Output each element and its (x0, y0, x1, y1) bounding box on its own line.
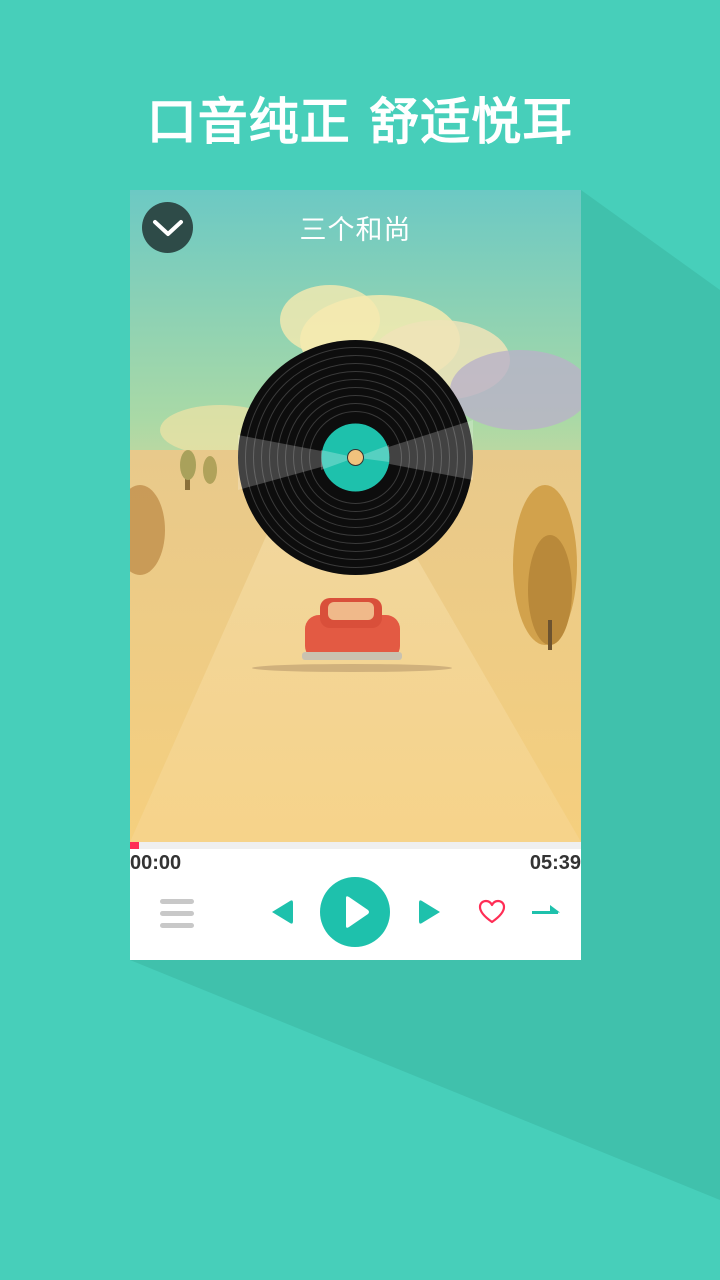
play-icon (346, 896, 369, 928)
like-button[interactable] (477, 898, 507, 926)
play-mode-button[interactable] (530, 902, 562, 922)
menu-list-icon (160, 899, 194, 928)
headline: 口音纯正 舒适悦耳 (146, 93, 574, 151)
heart-icon (478, 899, 506, 924)
progress-fill (130, 842, 140, 849)
previous-button[interactable] (268, 898, 298, 926)
next-button[interactable] (414, 898, 444, 926)
player-card: 三个和尚 00:00 05:39 (130, 190, 581, 960)
song-title: 三个和尚 (299, 215, 412, 246)
play-button[interactable] (320, 877, 390, 947)
previous-icon (272, 900, 293, 924)
current-time: 00:00 (130, 852, 182, 874)
vinyl-record (238, 340, 473, 575)
next-icon (419, 900, 440, 924)
total-time: 05:39 (529, 852, 581, 874)
progress-bar[interactable] (130, 842, 581, 849)
play-mode-icon (532, 905, 560, 914)
playlist-button[interactable] (158, 895, 196, 933)
